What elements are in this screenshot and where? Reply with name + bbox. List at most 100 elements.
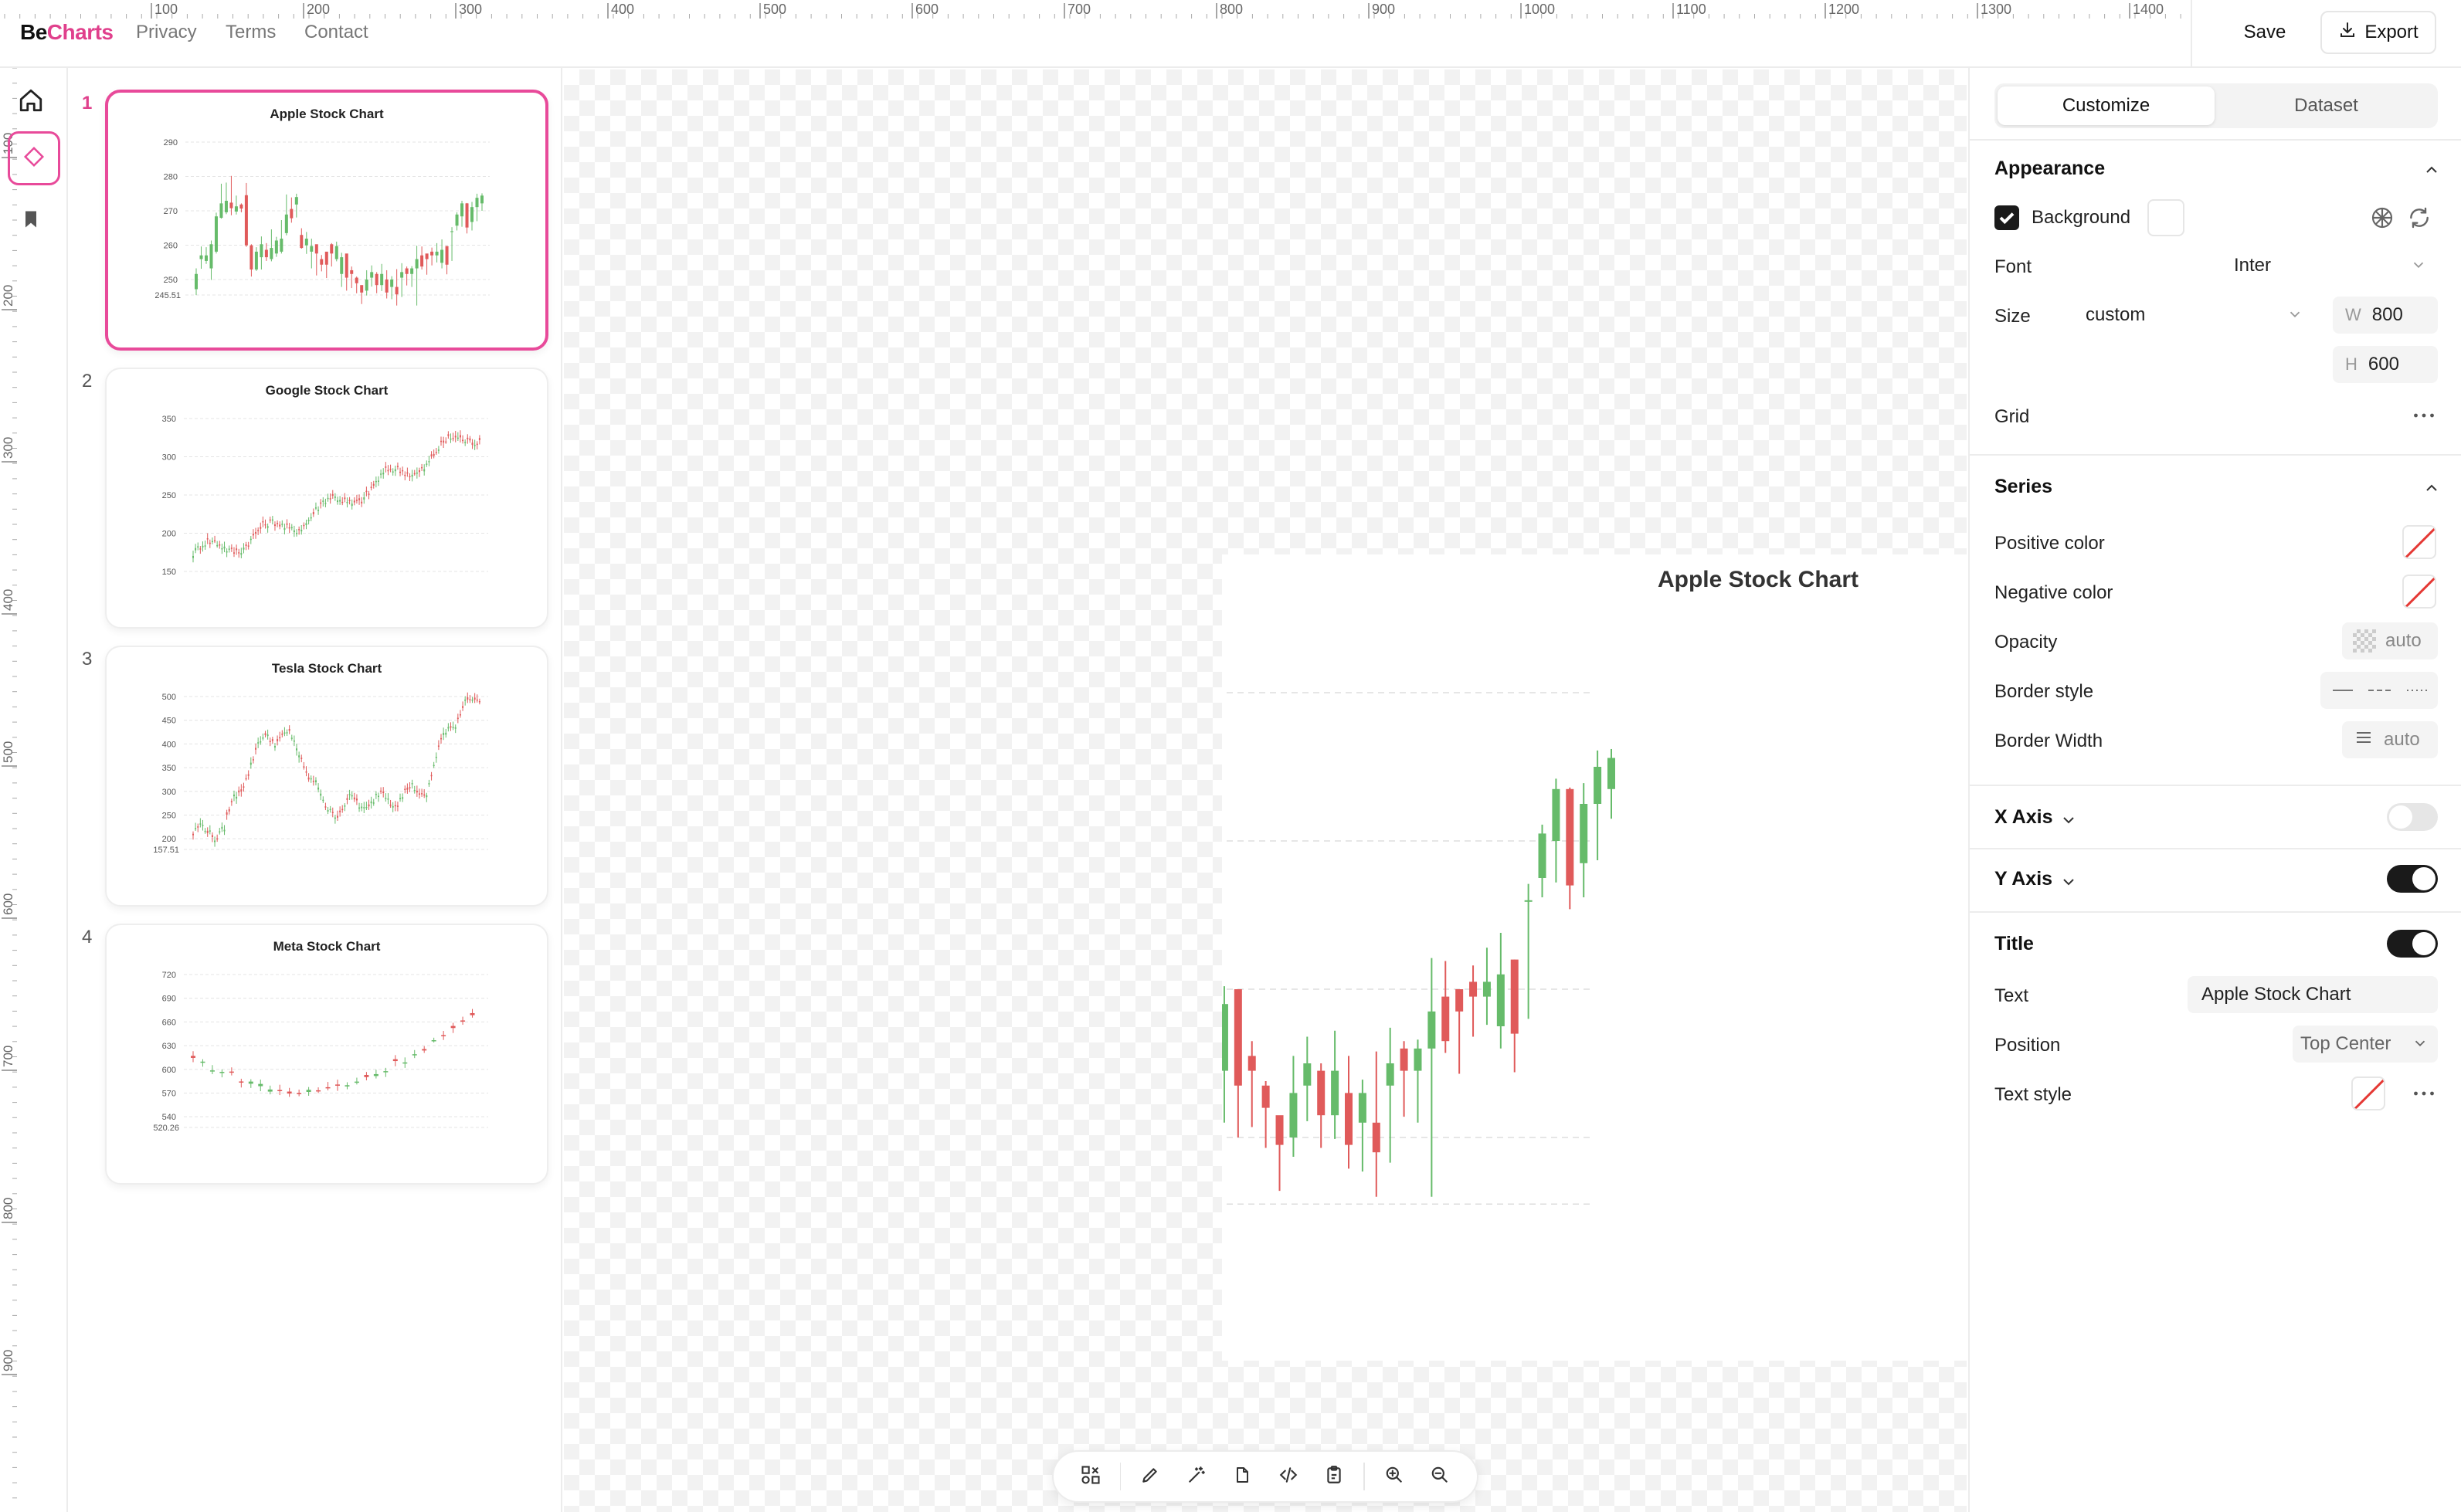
thumb-tick-label: 450 (162, 717, 176, 726)
more-options-icon[interactable] (2410, 1080, 2438, 1111)
thumb-candle (415, 259, 419, 269)
thumb-candle (279, 737, 281, 739)
thumb-candle (249, 762, 252, 765)
thumb-tick-label: 260 (164, 241, 178, 250)
chart-canvas[interactable]: Apple Stock Chart 290280270260250245.51 (564, 69, 2294, 1512)
text-color-swatch[interactable] (2351, 1076, 2385, 1110)
chart-thumbnail-tesla[interactable]: Tesla Stock Chart 500 450 400 350 300 250 200 1… (105, 646, 548, 907)
thumb-candle (266, 526, 269, 528)
thumb-candle (216, 838, 219, 840)
thumb-candle (360, 285, 364, 293)
chevron-up-icon[interactable] (2422, 479, 2441, 501)
edit-button[interactable] (1129, 1454, 1172, 1499)
series-section-title[interactable]: Series (1994, 476, 2052, 498)
thumb-candle (264, 733, 266, 735)
title-toggle[interactable] (2387, 930, 2438, 958)
thumb-candle (355, 798, 358, 801)
position-select[interactable]: Top Center (2293, 1026, 2438, 1063)
opacity-input[interactable]: auto (2342, 622, 2438, 659)
thumb-candle (209, 542, 211, 544)
thumb-candle (281, 524, 283, 525)
thumb-candle (409, 787, 411, 788)
thumb-candle (365, 490, 368, 493)
chevron-down-icon[interactable] (2059, 873, 2078, 895)
thumb-candle (314, 780, 317, 782)
thumb-number: 3 (82, 649, 93, 670)
clipboard-button[interactable] (1313, 1454, 1356, 1499)
border-style-picker[interactable] (2320, 672, 2438, 709)
thumb-candle (243, 786, 245, 788)
size-select[interactable]: custom (2073, 297, 2314, 334)
nav-terms-link[interactable]: Terms (226, 22, 276, 43)
thumb-candle (426, 463, 428, 465)
y-axis-toggle[interactable] (2387, 865, 2438, 893)
appearance-section-title[interactable]: Appearance (1994, 158, 2105, 180)
shapes-icon (1080, 1464, 1102, 1490)
font-value: Inter (2234, 255, 2272, 276)
title-section-title[interactable]: Title (1994, 933, 2034, 955)
thumb-candle (249, 245, 253, 270)
border-style-icons (2333, 690, 2429, 691)
border-width-input[interactable]: auto (2342, 721, 2438, 758)
file-button[interactable] (1220, 1454, 1264, 1499)
background-color-swatch[interactable] (2147, 199, 2184, 236)
height-input[interactable]: H 600 (2333, 346, 2438, 383)
y-axis-section-title[interactable]: Y Axis (1994, 868, 2052, 890)
thumb-candle (430, 251, 434, 256)
width-input[interactable]: W 800 (2333, 297, 2438, 334)
chart-thumbnail-apple[interactable]: Apple Stock Chart 290 280 270 260 250 245.51 (105, 90, 548, 351)
thumb-candle (470, 207, 474, 222)
tab-dataset[interactable]: Dataset (2218, 86, 2435, 125)
thumb-candle (399, 471, 402, 473)
thumb-candle (296, 533, 298, 534)
thumb-candle (322, 500, 324, 502)
thumb-candle (435, 251, 439, 256)
chart-thumbnail-meta[interactable]: Meta Stock Chart 720 690 660 630 600 570 540 52… (105, 924, 548, 1185)
top-bar: 100 200 300 400 500 600 700 800 900 1000 1100 1200 1… (0, 0, 2461, 68)
save-button[interactable]: Save (2214, 11, 2316, 54)
candle-body (1261, 1085, 1270, 1108)
negative-color-swatch[interactable] (2402, 575, 2436, 609)
export-button[interactable]: Export (2320, 11, 2436, 54)
thumb-candle (428, 461, 430, 463)
thumb-candle (230, 801, 233, 802)
thumb-tick-label: 720 (162, 971, 176, 980)
font-select[interactable]: Inter (2222, 247, 2438, 284)
x-axis-section-title[interactable]: X Axis (1994, 806, 2053, 829)
candle-body (1552, 788, 1560, 841)
home-button[interactable] (9, 80, 53, 124)
thumb-tick-label: 660 (162, 1018, 176, 1027)
thumb-tick-label: 630 (162, 1042, 176, 1051)
nav-privacy-link[interactable]: Privacy (136, 22, 197, 43)
zoom-out-button[interactable] (1418, 1454, 1461, 1499)
canvas-toolbar (1052, 1450, 1478, 1503)
thumb-candle (382, 791, 385, 793)
thumb-candle (233, 552, 235, 554)
zoom-in-button[interactable] (1373, 1454, 1416, 1499)
palette-icon[interactable] (2370, 205, 2395, 234)
tab-customize[interactable]: Customize (1998, 86, 2215, 125)
title-text-input[interactable]: Apple Stock Chart (2188, 976, 2438, 1013)
magic-button[interactable] (1175, 1454, 1218, 1499)
thumb-candle (249, 538, 252, 541)
app-logo[interactable]: BeCharts (20, 20, 114, 45)
charts-nav-button[interactable] (8, 131, 60, 185)
reset-icon[interactable] (2407, 205, 2432, 234)
x-axis-toggle[interactable] (2387, 803, 2438, 831)
thumb-candle (238, 790, 240, 793)
background-checkbox[interactable] (1994, 205, 2019, 230)
chevron-up-icon[interactable] (2422, 161, 2441, 183)
chart-thumbnail-google[interactable]: Google Stock Chart 350 300 250 200 150 (105, 368, 548, 629)
thumb-candle (346, 798, 348, 800)
ruler-label: 400 (1, 589, 15, 611)
thumb-candle (390, 279, 394, 287)
chevron-down-icon[interactable] (2059, 811, 2078, 833)
thumb-chart: 290 280 270 260 250 245.51 (154, 138, 490, 306)
thumb-candle (423, 794, 426, 796)
code-button[interactable] (1267, 1454, 1310, 1499)
bookmarks-button[interactable] (9, 199, 53, 242)
more-options-icon[interactable] (2410, 402, 2438, 433)
select-tool-button[interactable] (1069, 1454, 1112, 1499)
nav-contact-link[interactable]: Contact (304, 22, 368, 43)
positive-color-swatch[interactable] (2402, 525, 2436, 559)
